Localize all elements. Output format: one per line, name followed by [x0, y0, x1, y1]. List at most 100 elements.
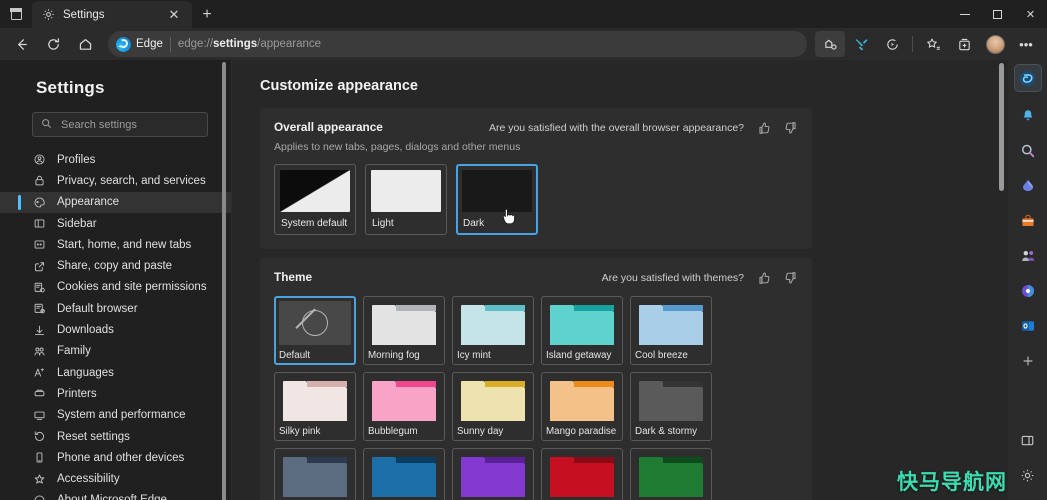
overall-appearance-feedback-question: Are you satisfied with the overall brows… [488, 122, 744, 134]
tab-search-icon[interactable] [0, 0, 32, 28]
back-arrow-icon[interactable] [6, 31, 36, 57]
title-bar: Settings ✕ + ✕ [0, 0, 1047, 28]
sidebar-item-phone-and-other-devices[interactable]: Phone and other devices [0, 447, 232, 468]
sidebar-item-label: Sidebar [57, 217, 97, 230]
plus-icon[interactable] [1014, 347, 1042, 375]
appearance-option-system-default[interactable]: System default [274, 164, 356, 235]
home-icon[interactable] [70, 31, 100, 57]
tab-title: Settings [63, 8, 105, 21]
sidebar-item-cookies-and-site-permissions[interactable]: Cookies and site permissions [0, 277, 232, 298]
theme-thumbnail [279, 301, 351, 345]
browser-essentials-icon[interactable] [877, 31, 907, 57]
avatar[interactable] [980, 31, 1010, 57]
refresh-icon[interactable] [38, 31, 68, 57]
sidebar-item-share-copy-and-paste[interactable]: Share, copy and paste [0, 255, 232, 276]
theme-grid: Default Morning fog Icy mint Island getaway… [274, 296, 798, 500]
theme-header: Theme Are you satisfied with themes? [274, 270, 798, 285]
favorites-icon[interactable] [918, 31, 948, 57]
gear-icon[interactable] [1014, 461, 1042, 489]
theme-label: Morning fog [368, 350, 420, 361]
theme-tile-dark-stormy[interactable]: Dark & stormy [630, 372, 712, 441]
theme-tile-sunny-day[interactable]: Sunny day [452, 372, 534, 441]
theme-folder-preview [372, 457, 436, 497]
outlook-icon[interactable] [1014, 312, 1042, 340]
drop-icon[interactable] [1014, 172, 1042, 200]
theme-tile-icy-mint[interactable]: Icy mint [452, 296, 534, 365]
theme-tile-13[interactable] [541, 448, 623, 500]
theme-tile-12[interactable] [452, 448, 534, 500]
sidebar-item-family[interactable]: Family [0, 341, 232, 362]
theme-tile-mango-paradise[interactable]: Mango paradise [541, 372, 623, 441]
new-tab-button[interactable]: + [197, 5, 217, 25]
sidebar-item-profiles[interactable]: Profiles [0, 149, 232, 170]
close-button[interactable]: ✕ [1014, 0, 1047, 28]
tab-close-icon[interactable]: ✕ [164, 5, 184, 25]
theme-tile-bubblegum[interactable]: Bubblegum [363, 372, 445, 441]
sidebar-item-start-home-and-new-tabs[interactable]: Start, home, and new tabs [0, 234, 232, 255]
appearance-option-light[interactable]: Light [365, 164, 447, 235]
appearance-option-dark[interactable]: Dark [456, 164, 538, 235]
sidebar-item-label: Cookies and site permissions [57, 281, 207, 294]
sidebar-item-downloads[interactable]: Downloads [0, 319, 232, 340]
content-scrollbar[interactable] [999, 63, 1004, 191]
theme-thumbnail [546, 301, 618, 345]
address-bar[interactable]: Edge edge://settings/appearance [108, 31, 807, 57]
maximize-button[interactable] [981, 0, 1014, 28]
more-options-icon[interactable]: ••• [1011, 31, 1041, 57]
notification-bell-icon[interactable] [1014, 102, 1042, 130]
address-bar-url: edge://settings/appearance [177, 38, 322, 50]
sidebar-item-about-microsoft-edge[interactable]: About Microsoft Edge [0, 490, 232, 500]
sidebar-item-reset-settings[interactable]: Reset settings [0, 426, 232, 447]
thumbs-down-icon[interactable] [784, 121, 798, 135]
theme-label: Dark & stormy [635, 426, 698, 437]
sidebar-icon [32, 217, 46, 230]
theme-folder-preview [461, 305, 525, 345]
sidebar-item-accessibility[interactable]: Accessibility [0, 468, 232, 489]
theme-tile-silky-pink[interactable]: Silky pink [274, 372, 356, 441]
browser-tab-settings[interactable]: Settings ✕ [32, 1, 192, 28]
copilot-icon[interactable] [1013, 64, 1042, 92]
thumbs-up-icon[interactable] [757, 121, 771, 135]
theme-tile-morning-fog[interactable]: Morning fog [363, 296, 445, 365]
site-settings-icon[interactable] [815, 31, 845, 57]
theme-thumbnail [457, 377, 529, 421]
theme-tile-island-getaway[interactable]: Island getaway [541, 296, 623, 365]
minimize-button[interactable] [948, 0, 981, 28]
sidebar-item-languages[interactable]: Languages [0, 362, 232, 383]
sidebar-item-label: Family [57, 345, 91, 358]
sidebar-item-label: About Microsoft Edge [57, 494, 167, 500]
theme-tile-10[interactable] [274, 448, 356, 500]
theme-folder-preview [550, 457, 614, 497]
edge-chip-label: Edge [136, 38, 163, 50]
start-home-icon [32, 238, 46, 251]
split-screen-icon[interactable] [846, 31, 876, 57]
edge-sidebar-rail [1008, 60, 1047, 500]
sidebar-item-sidebar[interactable]: Sidebar [0, 213, 232, 234]
theme-thumbnail [279, 377, 351, 421]
sidebar-item-privacy-search-and-services[interactable]: Privacy, search, and services [0, 170, 232, 191]
search-settings-field[interactable]: Search settings [32, 112, 208, 137]
theme-tile-default[interactable]: Default [274, 296, 356, 365]
sidebar-item-appearance[interactable]: Appearance [0, 191, 232, 213]
edge-logo-icon [32, 494, 46, 500]
media-player-icon[interactable] [1014, 277, 1042, 305]
sidebar-item-printers[interactable]: Printers [0, 383, 232, 404]
search-icon[interactable] [1014, 137, 1042, 165]
theme-folder-preview [550, 305, 614, 345]
sidebar-item-system-and-performance[interactable]: System and performance [0, 405, 232, 426]
theme-tile-cool-breeze[interactable]: Cool breeze [630, 296, 712, 365]
collections-icon[interactable] [949, 31, 979, 57]
theme-tile-14[interactable] [630, 448, 712, 500]
theme-tile-11[interactable] [363, 448, 445, 500]
family-icon [32, 345, 46, 358]
languages-icon [32, 366, 46, 379]
phone-icon [32, 451, 46, 464]
sidebar-toggle-icon[interactable] [1014, 426, 1042, 454]
sidebar-item-label: Profiles [57, 153, 96, 166]
thumbs-down-icon[interactable] [784, 271, 798, 285]
thumbs-up-icon[interactable] [757, 271, 771, 285]
shopping-bag-icon[interactable] [1014, 207, 1042, 235]
contacts-icon[interactable] [1014, 242, 1042, 270]
sidebar-item-default-browser[interactable]: Default browser [0, 298, 232, 319]
sidebar-scrollbar[interactable] [222, 62, 226, 500]
